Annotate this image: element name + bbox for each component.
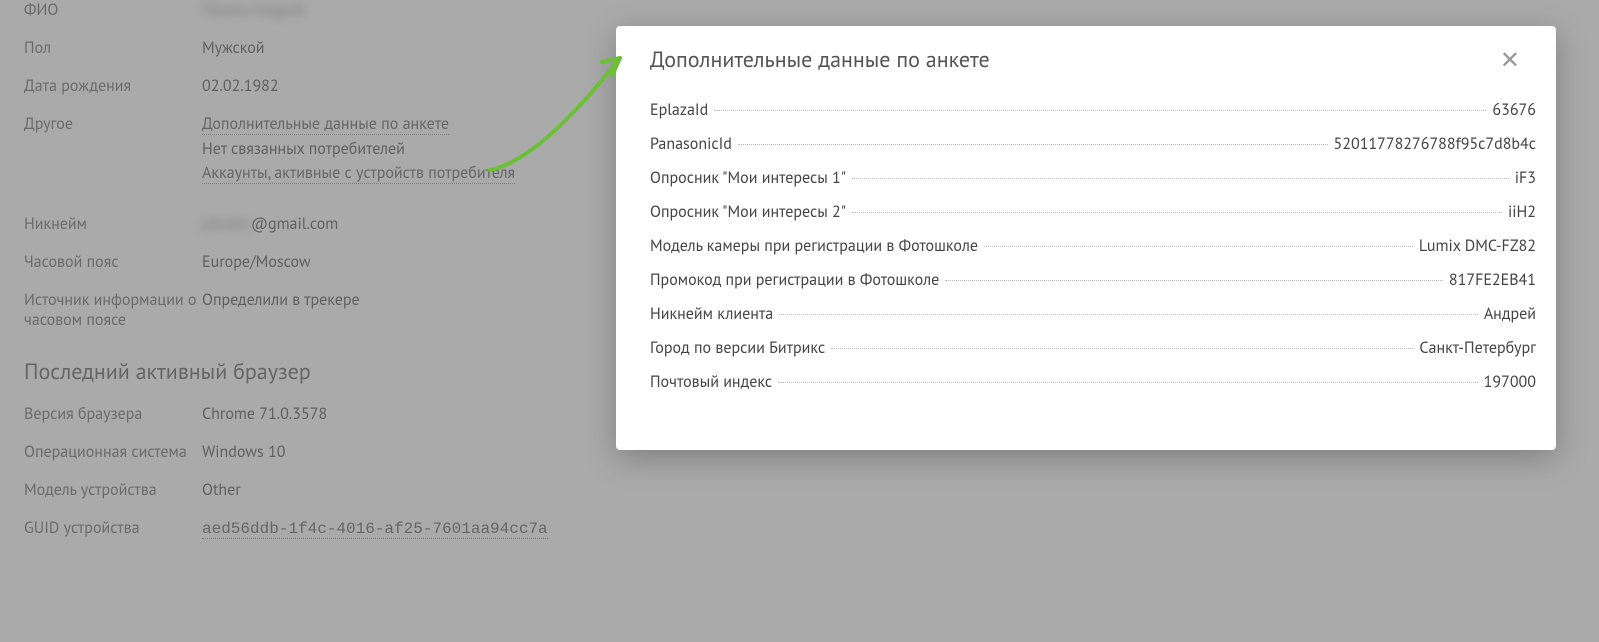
data-value: Андрей: [1484, 304, 1536, 324]
modal-body[interactable]: EplazaId 63676 PanasonicId 52011778276788f9…: [616, 92, 1556, 450]
dots-divider: [852, 212, 1502, 213]
modal-header: Дополнительные данные по анкете ✕: [616, 26, 1556, 92]
data-value: Lumix DMC-FZ82: [1419, 236, 1536, 256]
data-value: 63676: [1492, 100, 1536, 120]
data-key: Город по версии Битрикс: [650, 338, 825, 358]
close-icon[interactable]: ✕: [1492, 44, 1528, 76]
dots-divider: [945, 280, 1443, 281]
data-key: Никнейм клиента: [650, 304, 773, 324]
data-key: Модель камеры при регистрации в Фотошкол…: [650, 236, 978, 256]
data-value: iiH2: [1508, 202, 1536, 222]
modal-title: Дополнительные данные по анкете: [650, 46, 990, 74]
data-value: 197000: [1484, 372, 1536, 392]
data-key: Опросник "Мои интересы 2": [650, 202, 846, 222]
dots-divider: [778, 382, 1478, 383]
dots-divider: [779, 314, 1478, 315]
dots-divider: [984, 246, 1413, 247]
data-row: Почтовый индекс 197000: [650, 372, 1536, 392]
data-row: Никнейм клиента Андрей: [650, 304, 1536, 324]
data-row: Город по версии Битрикс Санкт-Петербург: [650, 338, 1536, 358]
data-row: Опросник "Мои интересы 1" iF3: [650, 168, 1536, 188]
dots-divider: [831, 348, 1413, 349]
dots-divider: [852, 178, 1509, 179]
data-key: Опросник "Мои интересы 1": [650, 168, 846, 188]
dots-divider: [714, 110, 1486, 111]
data-key: Почтовый индекс: [650, 372, 772, 392]
data-key: EplazaId: [650, 100, 708, 120]
data-row: Промокод при регистрации в Фотошколе 817F…: [650, 270, 1536, 290]
data-row: PanasonicId 52011778276788f95c7d8b4c: [650, 134, 1536, 154]
data-row: Опросник "Мои интересы 2" iiH2: [650, 202, 1536, 222]
data-key: Промокод при регистрации в Фотошколе: [650, 270, 939, 290]
additional-data-modal: Дополнительные данные по анкете ✕ Eplaza…: [616, 26, 1556, 450]
data-value: iF3: [1515, 168, 1536, 188]
data-key: PanasonicId: [650, 134, 732, 154]
data-value: Санкт-Петербург: [1419, 338, 1536, 358]
data-value: 817FE2EB41: [1449, 270, 1536, 290]
data-row: EplazaId 63676: [650, 100, 1536, 120]
data-row: Модель камеры при регистрации в Фотошкол…: [650, 236, 1536, 256]
dots-divider: [738, 144, 1328, 145]
data-value: 52011778276788f95c7d8b4c: [1334, 134, 1536, 154]
